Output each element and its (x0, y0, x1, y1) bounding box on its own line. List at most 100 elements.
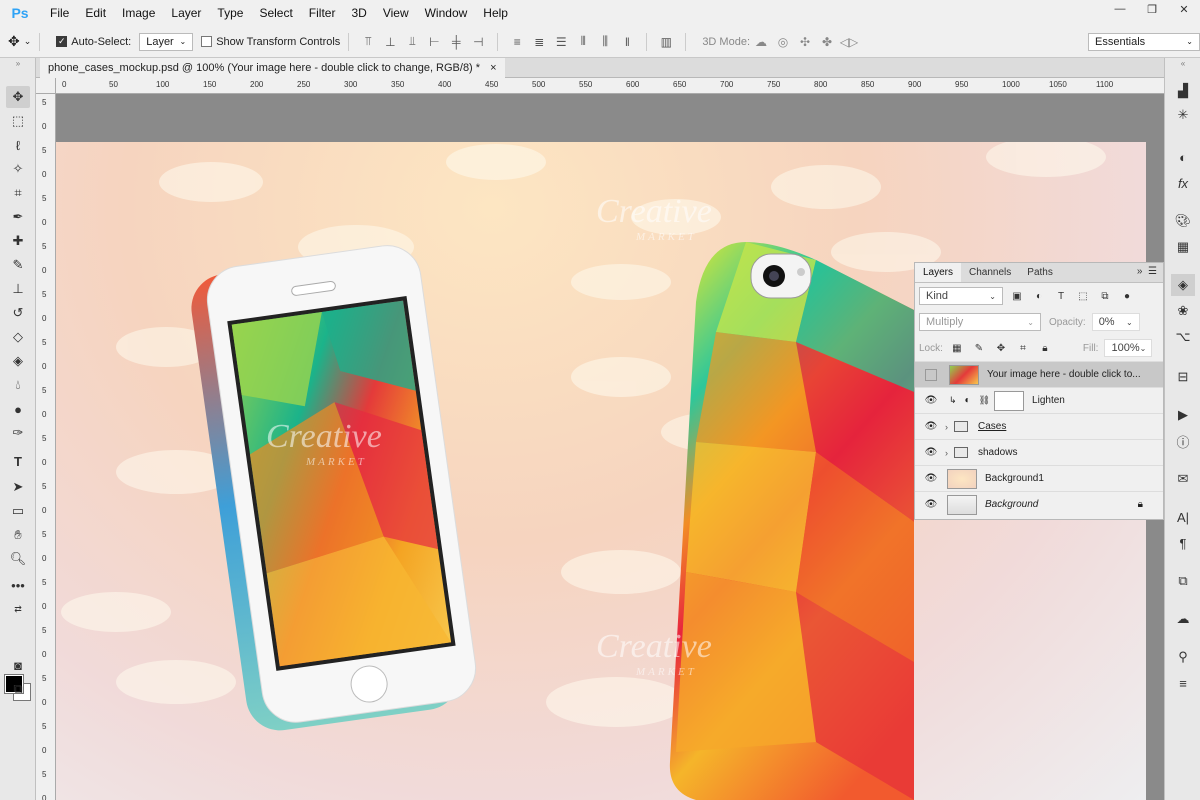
chevron-right-icon[interactable]: › (945, 448, 948, 458)
menu-edit[interactable]: Edit (77, 0, 114, 26)
pixel-filter-icon[interactable]: ▣ (1009, 289, 1025, 303)
align-right-icon[interactable]: ⊣ (469, 34, 487, 50)
path-selection-icon[interactable]: ➤ (6, 476, 30, 498)
align-top-icon[interactable]: ⫪ (359, 34, 377, 50)
lasso-icon[interactable]: ℓ (6, 134, 30, 156)
align-vcenter-icon[interactable]: ⊥ (381, 34, 399, 50)
menu-file[interactable]: File (42, 0, 77, 26)
dodge-icon[interactable]: ● (6, 398, 30, 420)
shape-filter-icon[interactable]: ⬚ (1075, 289, 1091, 303)
fill-field[interactable]: 100% ⌄ (1104, 339, 1153, 357)
character-icon[interactable]: A| (1171, 506, 1195, 528)
more-tools-icon[interactable]: ••• (6, 574, 30, 596)
distribute-top-icon[interactable]: ≡ (508, 34, 526, 50)
layer-name[interactable]: Your image here - double click to... (987, 369, 1141, 380)
rectangle-icon[interactable]: ▭ (6, 500, 30, 522)
layer-row[interactable]: 👁︎ Background 🔒︎ (915, 491, 1163, 517)
healing-brush-icon[interactable]: ✚ (6, 230, 30, 252)
menu-type[interactable]: Type (209, 0, 251, 26)
channels-icon[interactable]: ❀ (1171, 300, 1195, 322)
eraser-icon[interactable]: ◇ (6, 326, 30, 348)
tab-layers[interactable]: Layers (915, 263, 962, 282)
lock-position-icon[interactable]: ✥ (993, 341, 1009, 355)
histogram-icon[interactable]: ▟ (1171, 80, 1195, 102)
layer-row[interactable]: 👁︎ Background1 (915, 465, 1163, 491)
screen-mode-icon[interactable]: ⧉ (6, 678, 30, 700)
color-icon[interactable]: 🎨︎ (1171, 210, 1195, 232)
auto-align-icon[interactable]: ▥ (657, 34, 675, 50)
tab-channels[interactable]: Channels (961, 263, 1019, 282)
align-bottom-icon[interactable]: ⫫ (403, 34, 421, 50)
hand-icon[interactable]: ✋︎ (6, 524, 30, 546)
crop-icon[interactable]: ⌗ (6, 182, 30, 204)
distribute-left-icon[interactable]: ⦀ (574, 34, 592, 50)
swap-colors-icon[interactable]: ⇄ (6, 598, 30, 620)
collapse-toolbar-icon[interactable]: » (6, 58, 30, 68)
brush-settings-icon[interactable]: ⚲ (1171, 646, 1195, 668)
distribute-vcenter-icon[interactable]: ≣ (530, 34, 548, 50)
3d-roll-icon[interactable]: ◎ (774, 34, 792, 50)
tool-presets-icon[interactable]: ≡ (1171, 672, 1195, 694)
blur-icon[interactable]: 💧︎ (6, 374, 30, 396)
menu-help[interactable]: Help (475, 0, 516, 26)
actions-icon[interactable]: ▶ (1171, 404, 1195, 426)
eyedropper-icon[interactable]: ✒ (6, 206, 30, 228)
glyphs-icon[interactable]: ⧉ (1171, 570, 1195, 592)
show-transform-checkbox[interactable]: Show Transform Controls (201, 36, 340, 48)
styles-icon[interactable]: fx (1171, 172, 1195, 194)
document-tab[interactable]: phone_cases_mockup.psd @ 100% (Your imag… (40, 58, 505, 78)
lock-artboard-icon[interactable]: ⌗ (1015, 341, 1031, 355)
filter-kind-dropdown[interactable]: Kind ⌄ (919, 287, 1003, 305)
menu-3d[interactable]: 3D (343, 0, 374, 26)
tab-paths[interactable]: Paths (1019, 263, 1061, 282)
adjustments-icon[interactable]: ◐ (1171, 146, 1195, 168)
layer-name[interactable]: Lighten (1032, 395, 1065, 406)
smart-object-filter-icon[interactable]: ⧉ (1097, 289, 1113, 303)
swatches-icon[interactable]: ▦ (1171, 236, 1195, 258)
menu-window[interactable]: Window (417, 0, 476, 26)
paths-icon[interactable]: ⌥ (1171, 326, 1195, 348)
menu-select[interactable]: Select (251, 0, 300, 26)
3d-orbit-icon[interactable]: ☁ (752, 34, 770, 50)
eye-icon[interactable]: 👁︎ (923, 473, 939, 484)
align-hcenter-icon[interactable]: ╪ (447, 34, 465, 50)
vertical-ruler[interactable]: 5 0 5 0 5 0 5 0 5 0 5 0 5 0 5 0 5 0 5 0 5 0 5 0 5 0 5 0 5 0 (36, 94, 56, 800)
marquee-icon[interactable]: ⬚ (6, 110, 30, 132)
eye-icon[interactable]: 👁︎ (923, 395, 939, 406)
menu-layer[interactable]: Layer (163, 0, 209, 26)
eye-icon[interactable]: 👁︎ (923, 421, 939, 432)
restore-button[interactable]: ❐ (1136, 0, 1168, 18)
3d-scale-icon[interactable]: ◁▷ (840, 34, 858, 50)
horizontal-ruler[interactable]: 0 50 100 150 200 250 300 350 400 450 500 550 600 650 7… (56, 78, 1164, 94)
layer-row[interactable]: Your image here - double click to... (915, 361, 1163, 387)
distribute-right-icon[interactable]: ‖ (618, 34, 636, 50)
filter-toggle-icon[interactable]: ● (1119, 289, 1135, 303)
layers-icon[interactable]: ◈ (1171, 274, 1195, 296)
quick-mask-icon[interactable]: ◙ (6, 654, 30, 676)
menu-view[interactable]: View (375, 0, 417, 26)
distribute-hcenter-icon[interactable]: ⫼ (596, 34, 614, 50)
eye-icon[interactable]: 👁︎ (923, 499, 939, 510)
layer-row[interactable]: 👁︎ › shadows (915, 439, 1163, 465)
opacity-field[interactable]: 0% ⌄ (1091, 313, 1140, 331)
collapse-icon[interactable]: « (1171, 58, 1195, 68)
notes-icon[interactable]: ✉ (1171, 468, 1195, 490)
paragraph-icon[interactable]: ¶ (1171, 532, 1195, 554)
chevron-right-icon[interactable]: › (945, 422, 948, 432)
panel-menu-icon[interactable]: » ☰ (1137, 266, 1157, 277)
minimize-button[interactable]: — (1104, 0, 1136, 18)
navigator-icon[interactable]: ✳ (1171, 104, 1195, 126)
visibility-toggle[interactable] (925, 368, 937, 381)
3d-pan-icon[interactable]: ✣ (796, 34, 814, 50)
close-tab-icon[interactable]: × (490, 62, 496, 74)
menu-filter[interactable]: Filter (301, 0, 344, 26)
layer-name[interactable]: Cases (978, 421, 1006, 432)
distribute-bottom-icon[interactable]: ☰ (552, 34, 570, 50)
lock-all-icon[interactable]: 🔒︎ (1037, 341, 1053, 355)
workspace-dropdown[interactable]: Essentials ⌄ (1088, 32, 1200, 51)
paint-bucket-icon[interactable]: ◈ (6, 350, 30, 372)
layer-name[interactable]: Background (985, 499, 1038, 510)
eye-icon[interactable]: 👁︎ (923, 447, 939, 458)
adjustment-filter-icon[interactable]: ◐ (1031, 289, 1047, 303)
pen-icon[interactable]: ✑ (6, 422, 30, 444)
